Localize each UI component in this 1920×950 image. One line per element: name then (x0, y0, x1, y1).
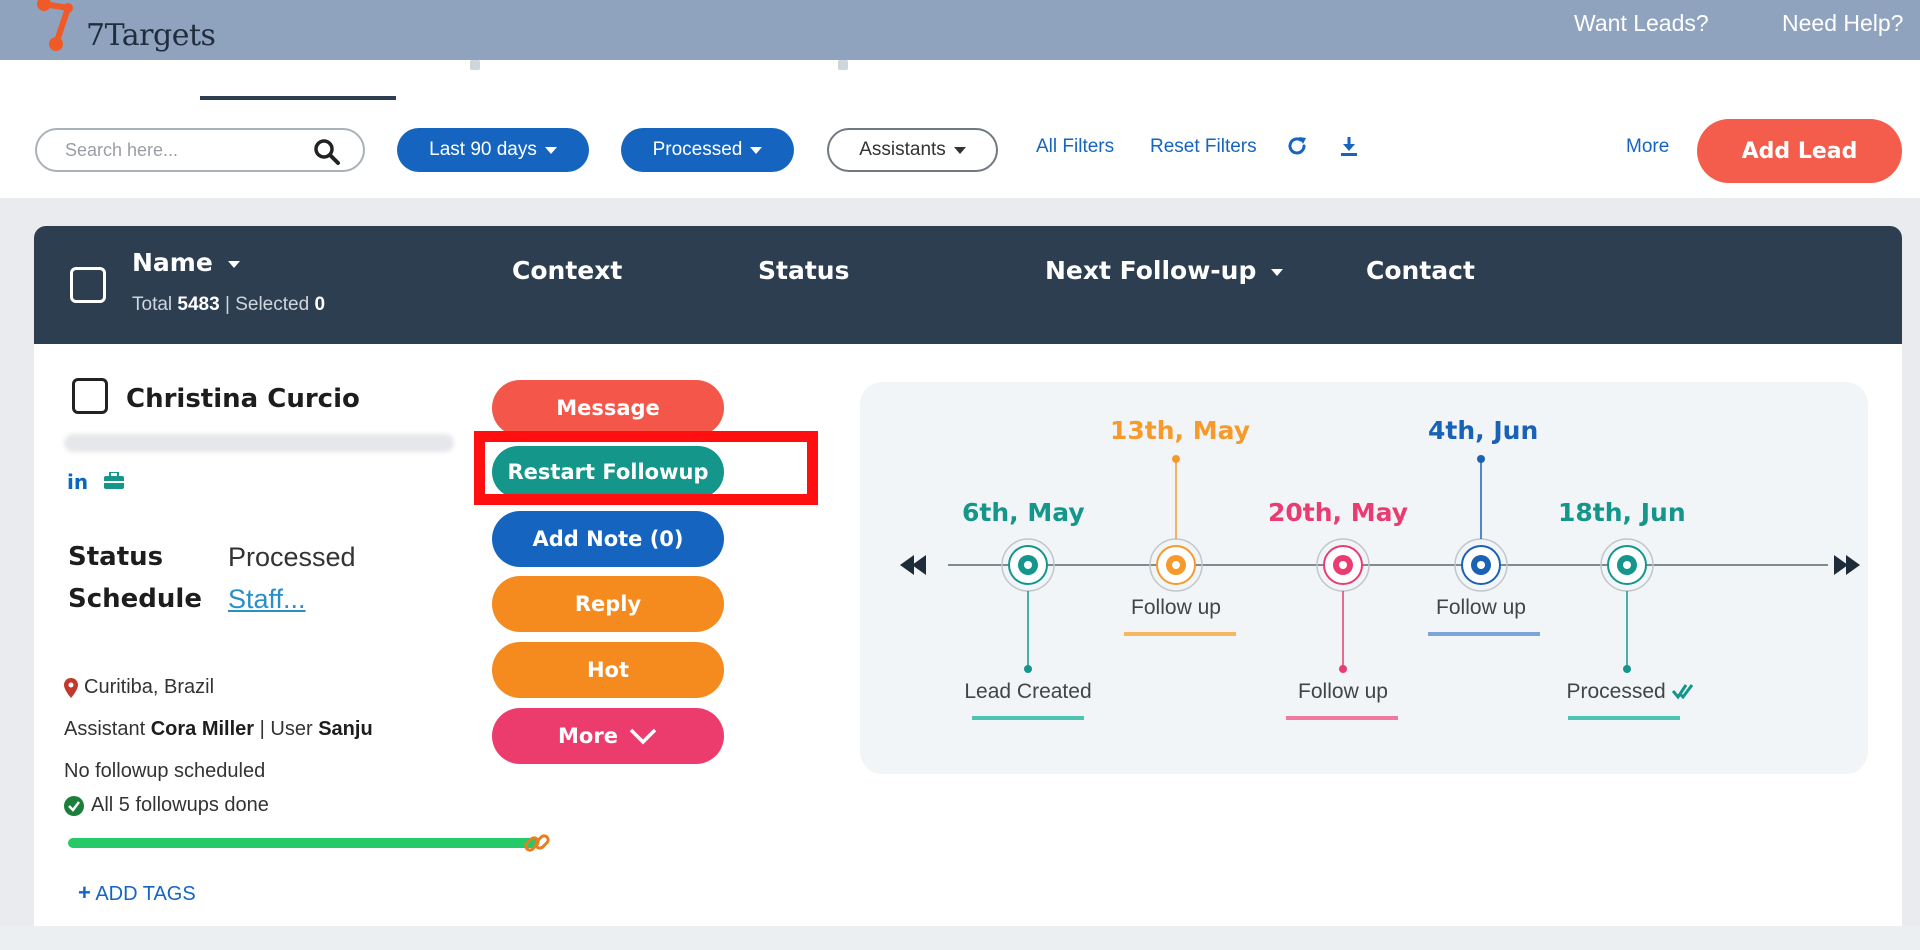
followup-note: No followup scheduled (64, 760, 266, 782)
selected-label: Selected (235, 294, 310, 315)
timeline-label-1: Lead Created (964, 680, 1092, 703)
timeline-next-icon[interactable] (1834, 555, 1860, 575)
reset-filters-link[interactable]: Reset Filters (1150, 136, 1257, 158)
plus-icon: + (78, 880, 91, 905)
need-help-link[interactable]: Need Help? (1782, 10, 1903, 37)
location-pin-icon (64, 677, 78, 698)
assistants-filter-label: Assistants (859, 139, 946, 160)
caret-down-icon (953, 146, 966, 154)
followup-progress-bar (68, 838, 538, 848)
want-leads-link[interactable]: Want Leads? (1574, 10, 1709, 37)
context-column-header: Context (512, 256, 623, 285)
followup-timeline: 6th, May 13th, May 20th, May 4th, Jun 18… (860, 382, 1868, 774)
all-filters-link[interactable]: All Filters (1036, 136, 1114, 158)
more-actions-label: More (558, 724, 618, 748)
followups-done-text: All 5 followups done (91, 794, 269, 816)
user-label: User (270, 718, 313, 740)
assistant-label: Assistant (64, 718, 146, 740)
status-label: Status (68, 542, 164, 572)
timeline-date-4: 4th, Jun (1428, 416, 1539, 445)
name-column-label: Name (132, 248, 213, 277)
add-lead-button[interactable]: Add Lead (1697, 119, 1902, 183)
table-header: Name Total 5483 | Selected 0 Context Sta… (34, 226, 1902, 344)
search-icon[interactable] (313, 138, 341, 166)
timeline-label-2: Follow up (1131, 596, 1221, 619)
reply-button[interactable]: Reply (492, 576, 724, 632)
search-box[interactable] (35, 128, 365, 172)
sub-navigation (0, 60, 1920, 100)
select-all-checkbox[interactable] (70, 267, 106, 303)
total-label: Total (132, 294, 173, 315)
timeline-date-2: 13th, May (1110, 416, 1251, 445)
selected-count: 0 (314, 294, 326, 315)
date-range-label: Last 90 days (429, 139, 537, 160)
more-actions-button[interactable]: More (492, 708, 724, 764)
subnav-tab-fragment[interactable] (838, 60, 848, 70)
schedule-label: Schedule (68, 584, 202, 614)
hot-button[interactable]: Hot (492, 642, 724, 698)
next-followup-label: Next Follow-up (1045, 256, 1257, 285)
caret-down-icon (544, 146, 557, 154)
lead-checkbox[interactable] (72, 378, 108, 414)
followup-progress-fill (68, 838, 538, 848)
assistants-dropdown[interactable]: Assistants (827, 128, 998, 172)
location-text: Curitiba, Brazil (84, 676, 215, 698)
timeline-label-5: Processed (1566, 680, 1666, 703)
add-tags-label: ADD TAGS (95, 883, 196, 905)
status-column-header: Status (758, 256, 850, 285)
status-value: Processed (228, 542, 356, 572)
chevron-down-icon (629, 728, 657, 745)
timeline-label-4: Follow up (1436, 596, 1526, 619)
followups-done: All 5 followups done (64, 794, 269, 817)
caret-down-icon (750, 146, 763, 154)
timeline-graphic (900, 455, 1860, 720)
add-tags-button[interactable]: + ADD TAGS (78, 880, 196, 906)
name-column-header[interactable]: Name (132, 248, 240, 277)
blurred-email (64, 434, 454, 452)
caret-down-icon (227, 260, 240, 268)
separator: | (259, 718, 271, 740)
assistant-user-info: Assistant Cora Miller | User Sanju (64, 718, 373, 741)
add-note-button[interactable]: Add Note (0) (492, 511, 724, 567)
linkedin-icon[interactable]: in (67, 470, 88, 494)
assistant-name: Cora Miller (150, 718, 255, 740)
message-button[interactable]: Message (492, 380, 724, 436)
refresh-icon[interactable] (1286, 134, 1310, 158)
timeline-date-5: 18th, Jun (1558, 498, 1686, 527)
double-check-icon (1671, 684, 1693, 700)
page-bottom (0, 926, 1920, 950)
timeline-date-3: 20th, May (1268, 498, 1409, 527)
next-followup-column-header[interactable]: Next Follow-up (1045, 256, 1284, 285)
timeline-label-3: Follow up (1298, 680, 1388, 703)
caret-down-icon (1271, 268, 1284, 276)
timeline-label-5-wrap: Processed (1550, 680, 1710, 704)
status-filter-label: Processed (652, 139, 743, 160)
download-icon[interactable] (1337, 134, 1361, 158)
total-selected-summary: Total 5483 | Selected 0 (132, 294, 325, 316)
top-bar: 7Targets Want Leads? Need Help? (0, 0, 1920, 60)
separator: | (224, 294, 236, 315)
schedule-link[interactable]: Staff... (228, 584, 306, 615)
lead-name[interactable]: Christina Curcio (126, 384, 360, 414)
subnav-tab-fragment[interactable] (470, 60, 480, 70)
contact-column-header: Contact (1366, 256, 1475, 285)
check-circle-icon (64, 795, 84, 816)
search-input[interactable] (65, 138, 305, 162)
app-name: 7Targets (86, 18, 216, 53)
timeline-date-1: 6th, May (962, 498, 1085, 527)
highlight-box (474, 431, 818, 505)
timeline-prev-icon[interactable] (900, 555, 926, 575)
status-dropdown[interactable]: Processed (621, 128, 794, 172)
link-icon[interactable] (522, 828, 552, 858)
user-name: Sanju (318, 718, 373, 740)
briefcase-icon[interactable] (103, 472, 125, 490)
date-range-dropdown[interactable]: Last 90 days (397, 128, 589, 172)
filter-bar: Last 90 days Processed Assistants All Fi… (0, 100, 1920, 198)
more-link[interactable]: More (1626, 136, 1669, 158)
total-count: 5483 (177, 294, 220, 315)
location: Curitiba, Brazil (64, 676, 214, 699)
